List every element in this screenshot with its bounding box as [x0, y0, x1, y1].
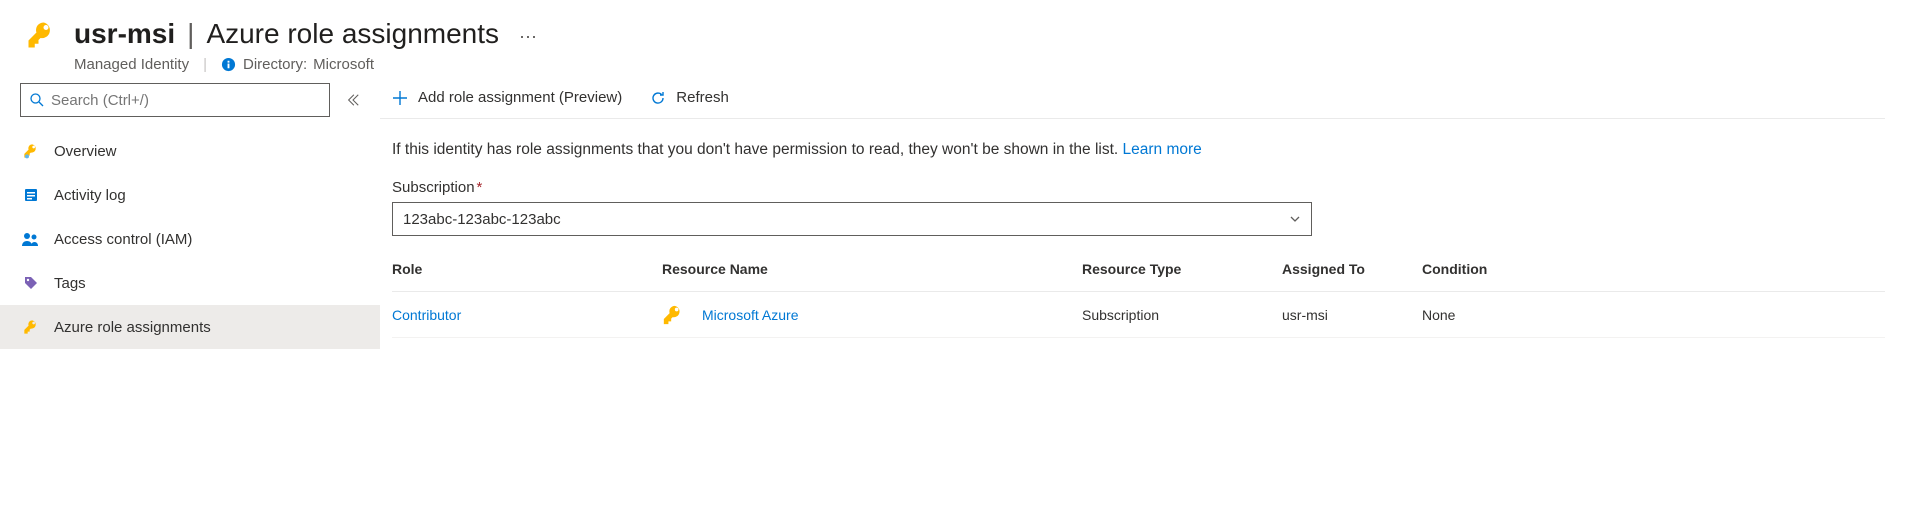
subscription-value: 123abc-123abc-123abc [403, 211, 561, 228]
col-assigned-to-header[interactable]: Assigned To [1282, 261, 1422, 277]
chevron-down-icon [1289, 213, 1301, 225]
learn-more-link[interactable]: Learn more [1123, 141, 1202, 158]
sidebar-item-activity-log[interactable]: Activity log [0, 173, 380, 217]
refresh-button-label: Refresh [676, 89, 729, 106]
permission-notice: If this identity has role assignments th… [380, 119, 1885, 159]
subscription-select[interactable]: 123abc-123abc-123abc [392, 202, 1312, 236]
add-role-assignment-button[interactable]: Add role assignment (Preview) [392, 89, 622, 106]
sidebar-item-azure-role-assignments[interactable]: Azure role assignments [0, 305, 380, 349]
info-icon [221, 57, 237, 73]
sidebar-item-label: Overview [54, 143, 117, 160]
refresh-button[interactable]: Refresh [650, 89, 729, 106]
search-icon [29, 92, 45, 108]
sidebar-item-tags[interactable]: Tags [0, 261, 380, 305]
sidebar-item-label: Access control (IAM) [54, 231, 192, 248]
subscription-label-text: Subscription [392, 179, 475, 196]
sidebar-item-label: Activity log [54, 187, 126, 204]
table-row[interactable]: Contributor Microsoft Azure Subscription… [392, 292, 1885, 338]
sidebar-search[interactable] [20, 83, 330, 117]
people-icon [22, 230, 40, 248]
key-icon [24, 18, 58, 52]
key-icon [662, 304, 684, 326]
tag-icon [22, 274, 40, 292]
role-link[interactable]: Contributor [392, 307, 662, 323]
collapse-sidebar-button[interactable] [336, 83, 370, 117]
required-asterisk: * [477, 179, 483, 196]
add-button-label: Add role assignment (Preview) [418, 89, 622, 106]
sidebar-item-label: Azure role assignments [54, 319, 211, 336]
search-input[interactable] [51, 92, 321, 109]
sidebar-item-overview[interactable]: Overview [0, 129, 380, 173]
resource-type-cell: Subscription [1082, 307, 1282, 323]
directory-info: Directory: Microsoft [221, 56, 374, 73]
sidebar-nav: Overview Activity log Access control (IA… [0, 129, 380, 349]
role-assignments-table: Role Resource Name Resource Type Assigne… [380, 246, 1885, 338]
col-resource-name-header[interactable]: Resource Name [662, 261, 1082, 277]
resource-name: usr-msi [74, 18, 175, 50]
more-actions-button[interactable]: ⋯ [519, 27, 537, 48]
plus-icon [392, 90, 408, 106]
title-separator: | [187, 18, 194, 50]
resource-type-label: Managed Identity [74, 56, 189, 73]
condition-cell: None [1422, 307, 1542, 323]
directory-value: Microsoft [313, 56, 374, 73]
page-title: Azure role assignments [206, 18, 499, 50]
directory-label: Directory: [243, 56, 307, 73]
page-header: usr-msi | Azure role assignments ⋯ Manag… [0, 0, 1909, 83]
subtitle-separator: | [203, 56, 207, 73]
table-header: Role Resource Name Resource Type Assigne… [392, 246, 1885, 292]
subscription-label: Subscription* [392, 179, 1885, 196]
sidebar: Overview Activity log Access control (IA… [0, 83, 380, 349]
col-role-header[interactable]: Role [392, 261, 662, 277]
key-small-icon [22, 318, 40, 336]
resource-name-link[interactable]: Microsoft Azure [702, 307, 798, 323]
main-panel: Add role assignment (Preview) Refresh If… [380, 83, 1909, 349]
toolbar: Add role assignment (Preview) Refresh [380, 83, 1885, 119]
assigned-to-cell: usr-msi [1282, 307, 1422, 323]
col-resource-type-header[interactable]: Resource Type [1082, 261, 1282, 277]
refresh-icon [650, 90, 666, 106]
log-icon [22, 186, 40, 204]
col-condition-header[interactable]: Condition [1422, 261, 1542, 277]
sidebar-item-label: Tags [54, 275, 86, 292]
sidebar-item-access-control[interactable]: Access control (IAM) [0, 217, 380, 261]
key-small-icon [22, 142, 40, 160]
notice-text: If this identity has role assignments th… [392, 141, 1123, 158]
